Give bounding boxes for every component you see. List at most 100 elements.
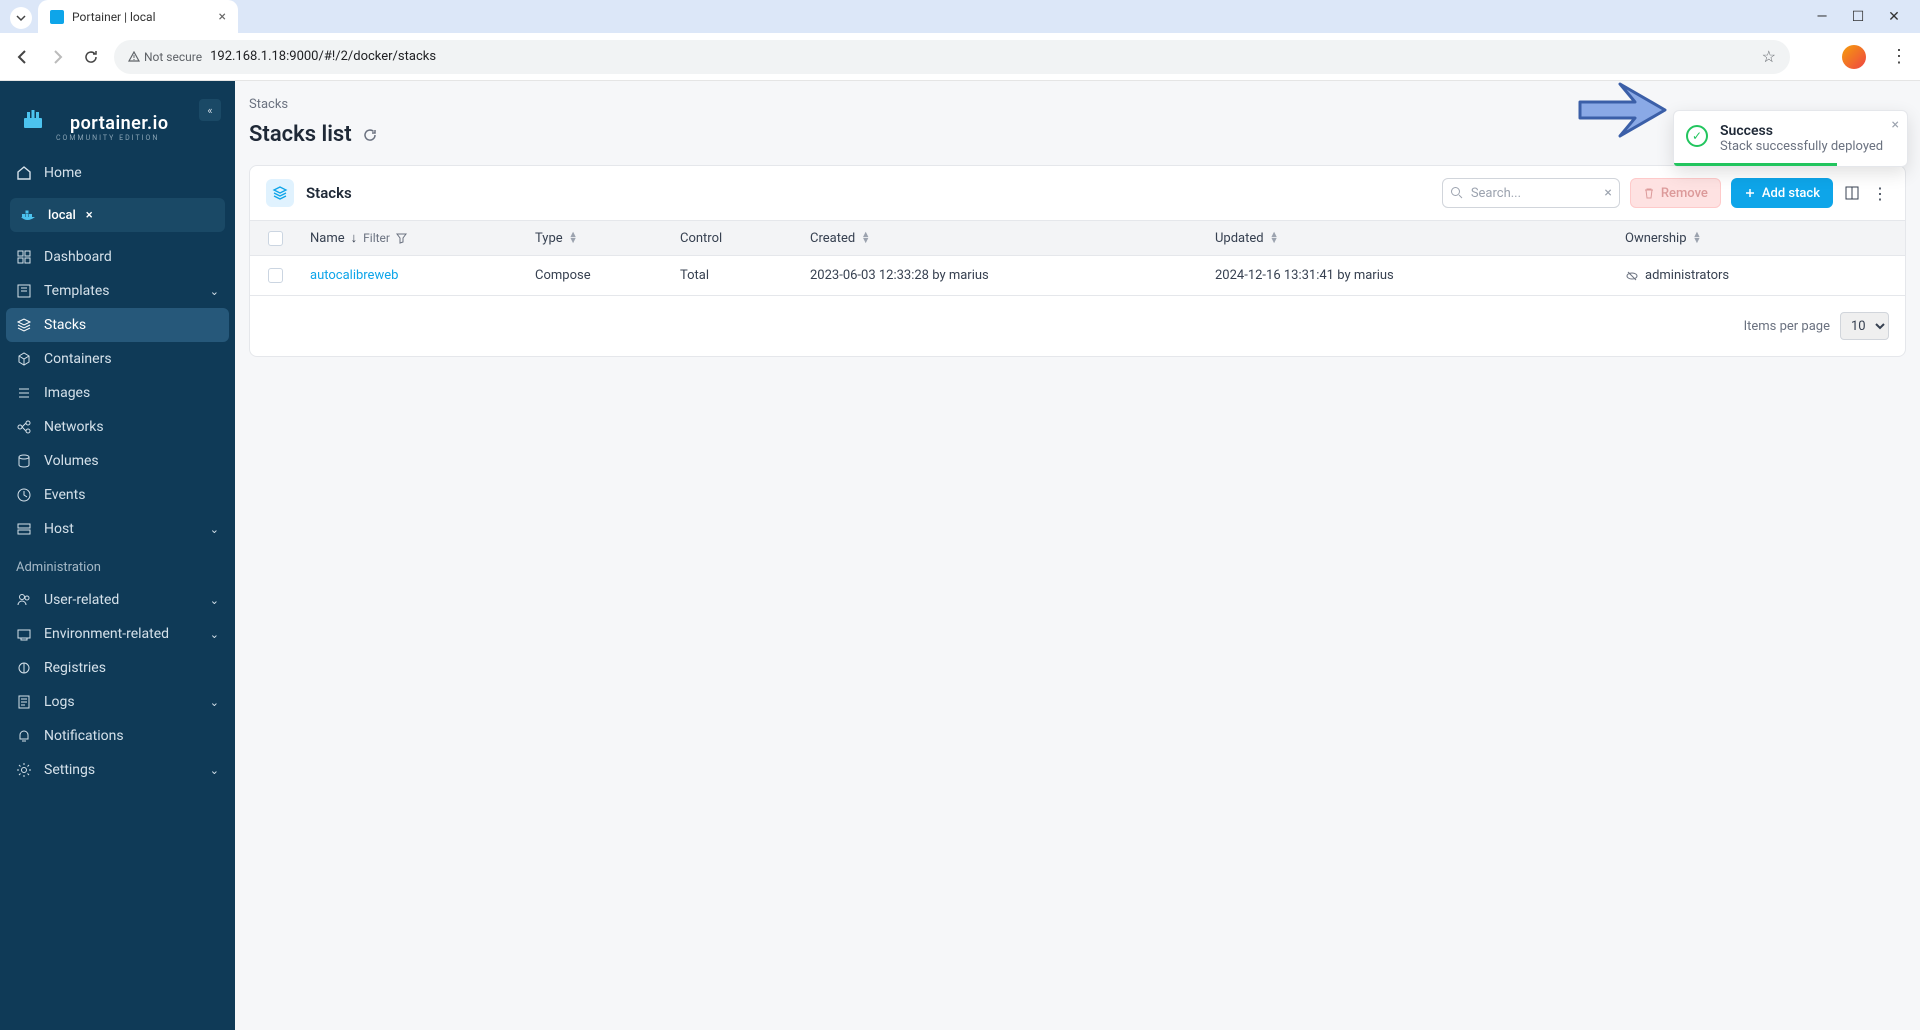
items-per-page-select[interactable]: 10 — [1840, 312, 1889, 340]
refresh-icon[interactable] — [362, 127, 378, 143]
stacks-panel: Stacks × Remove Add — [249, 165, 1906, 357]
column-header-created[interactable]: Created ▲▼ — [800, 231, 1205, 246]
sidebar-item-logs[interactable]: Logs ⌄ — [0, 685, 235, 719]
sidebar-item-stacks[interactable]: Stacks — [6, 308, 229, 342]
funnel-icon — [396, 233, 407, 244]
restricted-icon — [1625, 269, 1639, 283]
sidebar-item-environment-related[interactable]: Environment-related ⌄ — [0, 617, 235, 651]
address-bar[interactable]: Not secure 192.168.1.18:9000/#!/2/docker… — [114, 40, 1790, 74]
close-environment-button[interactable]: × — [86, 208, 93, 223]
sidebar-item-host[interactable]: Host ⌄ — [0, 512, 235, 546]
column-header-updated[interactable]: Updated ▲▼ — [1205, 231, 1615, 246]
chevron-down-icon: ⌄ — [210, 628, 219, 641]
sort-desc-icon: ↓ — [351, 230, 358, 246]
column-header-control[interactable]: Control — [670, 231, 800, 246]
sidebar-item-templates[interactable]: Templates ⌄ — [0, 274, 235, 308]
environment-name: local — [48, 208, 76, 223]
tab-search-button[interactable] — [10, 7, 32, 29]
chevron-down-icon: ⌄ — [210, 285, 219, 298]
forward-button[interactable] — [46, 46, 68, 68]
sidebar-item-containers[interactable]: Containers — [0, 342, 235, 376]
sidebar-item-label: Stacks — [44, 317, 86, 333]
column-header-name[interactable]: Name ↓ Filter — [300, 230, 525, 246]
sidebar-item-notifications[interactable]: Notifications — [0, 719, 235, 753]
add-stack-button[interactable]: Add stack — [1731, 178, 1833, 208]
minimize-button[interactable]: — — [1814, 9, 1830, 25]
sidebar-item-label: Home — [44, 165, 82, 181]
maximize-button[interactable]: ☐ — [1850, 9, 1866, 25]
brand-name: portainer.io — [56, 99, 183, 134]
column-header-type[interactable]: Type ▲▼ — [525, 231, 670, 246]
annotation-arrow-icon — [1570, 72, 1670, 142]
sidebar-item-label: Host — [44, 521, 74, 537]
not-secure-label: Not secure — [144, 50, 202, 64]
search-icon — [1450, 186, 1463, 199]
page-title-text: Stacks list — [249, 122, 352, 147]
items-per-page-label: Items per page — [1744, 319, 1830, 334]
toast-message: Stack successfully deployed — [1720, 139, 1893, 154]
collapse-sidebar-button[interactable]: « — [199, 99, 221, 121]
close-icon[interactable]: × — [219, 9, 226, 25]
templates-icon — [16, 283, 32, 299]
reload-button[interactable] — [80, 46, 102, 68]
close-toast-button[interactable]: × — [1892, 117, 1899, 133]
search-input[interactable] — [1442, 178, 1620, 208]
bell-icon — [16, 728, 32, 744]
sidebar-item-networks[interactable]: Networks — [0, 410, 235, 444]
filter-label[interactable]: Filter — [363, 231, 390, 245]
chevron-down-icon: ⌄ — [210, 696, 219, 709]
stack-name-link[interactable]: autocalibreweb — [310, 268, 398, 283]
sidebar-item-dashboard[interactable]: Dashboard — [0, 240, 235, 274]
browser-tab-strip: Portainer | local × — ☐ ✕ — [0, 0, 1920, 33]
environment-selector[interactable]: local × — [10, 198, 225, 232]
close-window-button[interactable]: ✕ — [1886, 9, 1902, 25]
sort-icon: ▲▼ — [1270, 232, 1279, 244]
row-checkbox[interactable] — [250, 268, 300, 283]
table-row: autocalibreweb Compose Total 2023-06-03 … — [250, 256, 1905, 296]
url-text: 192.168.1.18:9000/#!/2/docker/stacks — [210, 49, 436, 64]
trash-icon — [1643, 187, 1655, 199]
toast-container: ✓ × Success Stack successfully deployed — [1673, 110, 1908, 167]
add-button-label: Add stack — [1762, 186, 1820, 201]
host-icon — [16, 521, 32, 537]
clear-search-button[interactable]: × — [1604, 185, 1611, 201]
columns-toggle-button[interactable] — [1843, 184, 1861, 202]
remove-button[interactable]: Remove — [1630, 178, 1721, 208]
security-indicator[interactable]: Not secure — [128, 50, 202, 64]
sort-icon: ▲▼ — [1693, 232, 1702, 244]
sidebar-item-label: Images — [44, 385, 90, 401]
bookmark-star-icon[interactable]: ☆ — [1762, 47, 1776, 66]
sidebar-item-label: Networks — [44, 419, 104, 435]
environment-icon — [16, 626, 32, 642]
browser-menu-button[interactable]: ⋮ — [1890, 46, 1908, 67]
table-header-row: Name ↓ Filter Type ▲▼ Control Created ▲▼ — [250, 220, 1905, 256]
home-icon — [16, 165, 32, 181]
sidebar-item-home[interactable]: Home — [0, 156, 235, 190]
column-header-ownership[interactable]: Ownership ▲▼ — [1615, 231, 1905, 246]
cell-updated: 2024-12-16 13:31:41 by marius — [1205, 268, 1615, 283]
stacks-icon — [266, 179, 294, 207]
registries-icon — [16, 660, 32, 676]
profile-avatar[interactable] — [1842, 45, 1866, 69]
cell-ownership: administrators — [1615, 268, 1905, 283]
back-button[interactable] — [12, 46, 34, 68]
chevron-down-icon: ⌄ — [210, 594, 219, 607]
sidebar-item-registries[interactable]: Registries — [0, 651, 235, 685]
sidebar-item-label: User-related — [44, 592, 119, 608]
events-icon — [16, 487, 32, 503]
sidebar-item-user-related[interactable]: User-related ⌄ — [0, 583, 235, 617]
sidebar-item-settings[interactable]: Settings ⌄ — [0, 753, 235, 787]
docker-icon — [20, 206, 38, 224]
sidebar-item-volumes[interactable]: Volumes — [0, 444, 235, 478]
sidebar-item-label: Settings — [44, 762, 95, 778]
sidebar-item-images[interactable]: Images — [0, 376, 235, 410]
sidebar-item-label: Dashboard — [44, 249, 112, 265]
sidebar-item-events[interactable]: Events — [0, 478, 235, 512]
table-menu-button[interactable]: ⋮ — [1871, 184, 1889, 202]
select-all-checkbox[interactable] — [250, 231, 300, 246]
sidebar: portainer.io COMMUNITY EDITION « Home lo… — [0, 81, 235, 1030]
sort-icon: ▲▼ — [861, 232, 870, 244]
browser-tab[interactable]: Portainer | local × — [38, 0, 238, 33]
sidebar-item-label: Volumes — [44, 453, 99, 469]
search-box: × — [1442, 178, 1620, 208]
